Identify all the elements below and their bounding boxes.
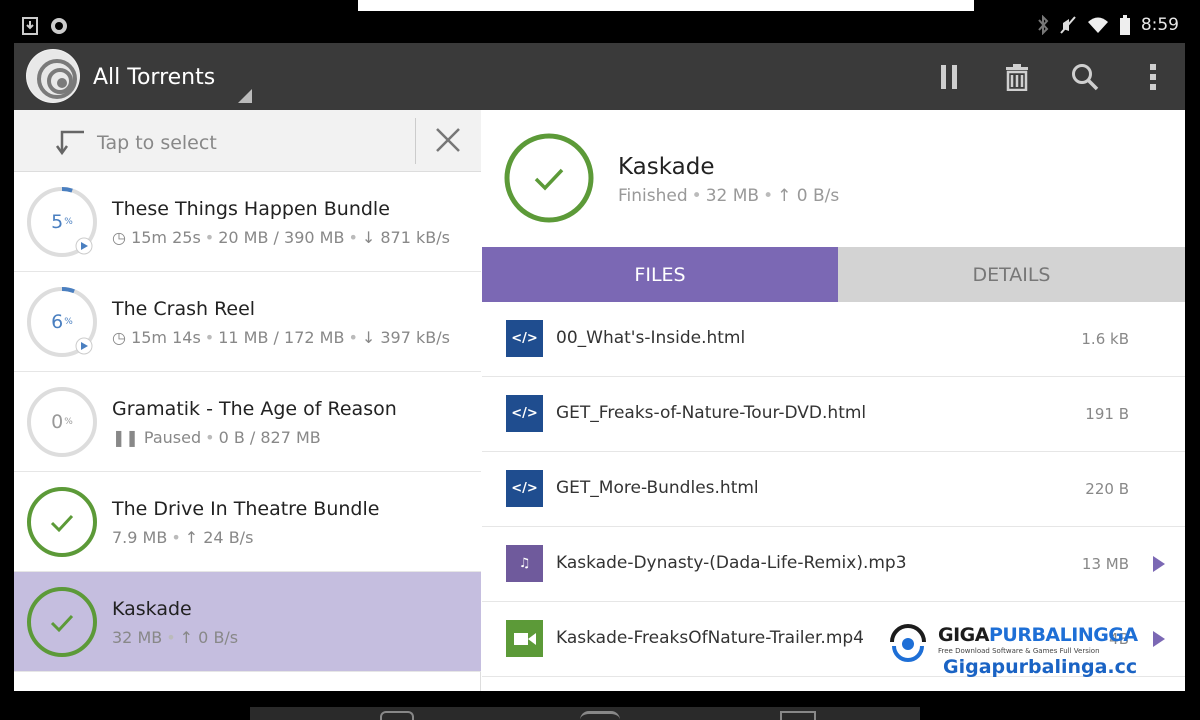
- code-file-icon: </>: [506, 320, 543, 357]
- finished-check-icon: [504, 133, 594, 223]
- back-icon[interactable]: [380, 711, 414, 720]
- upload-arrow-icon: ↑: [777, 186, 792, 206]
- file-name: 00_What's-Inside.html: [556, 328, 746, 348]
- clock: 8:59: [1140, 15, 1179, 35]
- file-row[interactable]: </> GET_Freaks-of-Nature-Tour-DVD.html 1…: [482, 377, 1185, 452]
- watermark-tagline: Free Download Software & Games Full Vers…: [938, 647, 1100, 655]
- code-file-icon: </>: [506, 470, 543, 507]
- overflow-menu-button[interactable]: [1139, 63, 1167, 91]
- search-button[interactable]: [1071, 63, 1099, 91]
- trash-icon: [1006, 64, 1028, 91]
- torrent-meta: 32 MB • ↑ 0 B/s: [112, 628, 239, 647]
- status-bar: 8:59: [14, 11, 1185, 43]
- file-name: GET_More-Bundles.html: [556, 478, 759, 498]
- select-bar: Tap to select: [14, 110, 481, 172]
- finished-check-icon: [27, 587, 97, 657]
- progress-percent: 0%: [51, 411, 73, 433]
- close-icon[interactable]: [434, 126, 462, 154]
- finished-check-icon: [27, 487, 97, 557]
- code-file-icon: </>: [506, 395, 543, 432]
- divider: [415, 118, 416, 164]
- app-notification-icon: [51, 18, 67, 34]
- tab-details[interactable]: DETAILS: [838, 247, 1185, 302]
- pause-icon: [941, 65, 957, 89]
- download-arrow-icon: ↓: [361, 328, 376, 347]
- watermark-logo-icon: [888, 622, 928, 662]
- torrent-name: Gramatik - The Age of Reason: [112, 398, 397, 420]
- torrent-row[interactable]: 0% Gramatik - The Age of Reason ❚❚ Pause…: [14, 372, 481, 472]
- clock-icon: ◷: [112, 228, 126, 247]
- download-arrow-icon: ↓: [361, 228, 376, 247]
- file-row[interactable]: </> 00_What's-Inside.html 1.6 kB: [482, 302, 1185, 377]
- battery-icon: [1119, 15, 1130, 35]
- torrent-row[interactable]: The Drive In Theatre Bundle 7.9 MB • ↑ 24 …: [14, 472, 481, 572]
- detail-meta: Finished • 32 MB • ↑ 0 B/s: [618, 186, 840, 206]
- watermark-brand: GIGAPURBALINGGA: [938, 624, 1138, 646]
- upload-arrow-icon: ↑: [184, 528, 199, 547]
- detail-tabs: FILES DETAILS: [482, 247, 1185, 302]
- torrent-name: The Crash Reel: [112, 298, 256, 320]
- torrent-meta: ◷ 15m 14s • 11 MB / 172 MB • ↓ 397 kB/s: [112, 328, 450, 347]
- pause-button[interactable]: [935, 63, 963, 91]
- file-name: GET_Freaks-of-Nature-Tour-DVD.html: [556, 403, 867, 423]
- more-vertical-icon: [1150, 64, 1156, 90]
- select-arrow-icon: [55, 130, 84, 156]
- file-size: 220 B: [1085, 480, 1129, 498]
- torrent-detail-pane: Kaskade Finished • 32 MB • ↑ 0 B/s FILES DET…: [482, 110, 1185, 691]
- progress-percent: 6%: [51, 311, 73, 333]
- torrent-name: Kaskade: [112, 598, 192, 620]
- top-white-bar: [358, 0, 974, 11]
- torrent-row-selected[interactable]: Kaskade 32 MB • ↑ 0 B/s: [14, 572, 481, 672]
- file-name: Kaskade-Dynasty-(Dada-Life-Remix).mp3: [556, 553, 907, 573]
- tab-files[interactable]: FILES: [482, 247, 838, 302]
- dropdown-caret-icon[interactable]: [238, 89, 252, 103]
- progress-percent: 5%: [51, 211, 73, 233]
- watermark-url: Gigapurbalinga.cc: [943, 656, 1138, 678]
- torrent-meta: 7.9 MB • ↑ 24 B/s: [112, 528, 254, 547]
- tap-to-select-label[interactable]: Tap to select: [97, 132, 217, 154]
- delete-button[interactable]: [1003, 63, 1031, 91]
- file-size: 1.6 kB: [1081, 330, 1129, 348]
- file-size: 191 B: [1085, 405, 1129, 423]
- music-note-icon: ♫: [506, 545, 543, 582]
- action-bar: All Torrents: [14, 43, 1185, 110]
- file-name: Kaskade-FreaksOfNature-Trailer.mp4: [556, 628, 864, 648]
- file-row[interactable]: </> GET_More-Bundles.html 220 B: [482, 452, 1185, 527]
- torrent-list-pane: Tap to select 5% These Things Happen Bun…: [14, 110, 481, 691]
- recents-icon[interactable]: [780, 711, 816, 720]
- download-notification-icon: [22, 17, 38, 35]
- file-row[interactable]: ♫ Kaskade-Dynasty-(Dada-Life-Remix).mp3 …: [482, 527, 1185, 602]
- upload-arrow-icon: ↑: [179, 628, 194, 647]
- bluetooth-icon: [1038, 15, 1049, 35]
- file-size: 13 MB: [1081, 555, 1129, 573]
- search-icon: [1072, 64, 1099, 91]
- play-icon[interactable]: [1153, 556, 1165, 572]
- torrent-meta: ❚❚ Paused • 0 B / 827 MB: [112, 428, 321, 447]
- navigation-bar: [250, 707, 920, 720]
- device-screen: 8:59 All Torrents Tap to select 5 % Thes…: [14, 11, 1185, 691]
- torrent-name: These Things Happen Bundle: [112, 198, 390, 220]
- torrent-name: The Drive In Theatre Bundle: [112, 498, 380, 520]
- torrent-filter-title[interactable]: All Torrents: [93, 65, 215, 90]
- torrent-row[interactable]: 6% The Crash Reel ◷ 15m 14s • 11 MB / 172 …: [14, 272, 481, 372]
- wifi-icon: [1087, 17, 1108, 33]
- video-camera-icon: [506, 620, 543, 657]
- detail-header: Kaskade Finished • 32 MB • ↑ 0 B/s: [482, 110, 1185, 247]
- clock-icon: ◷: [112, 328, 126, 347]
- mute-icon: [1060, 16, 1076, 34]
- app-logo-icon[interactable]: [26, 49, 80, 103]
- torrent-row[interactable]: 5% These Things Happen Bundle ◷ 15m 25s •…: [14, 172, 481, 272]
- detail-title: Kaskade: [618, 154, 715, 180]
- home-icon[interactable]: [580, 711, 620, 720]
- watermark: GIGAPURBALINGGA Free Download Software &…: [886, 618, 1186, 688]
- torrent-meta: ◷ 15m 25s • 20 MB / 390 MB • ↓ 871 kB/s: [112, 228, 450, 247]
- pause-small-icon: ❚❚: [112, 428, 139, 447]
